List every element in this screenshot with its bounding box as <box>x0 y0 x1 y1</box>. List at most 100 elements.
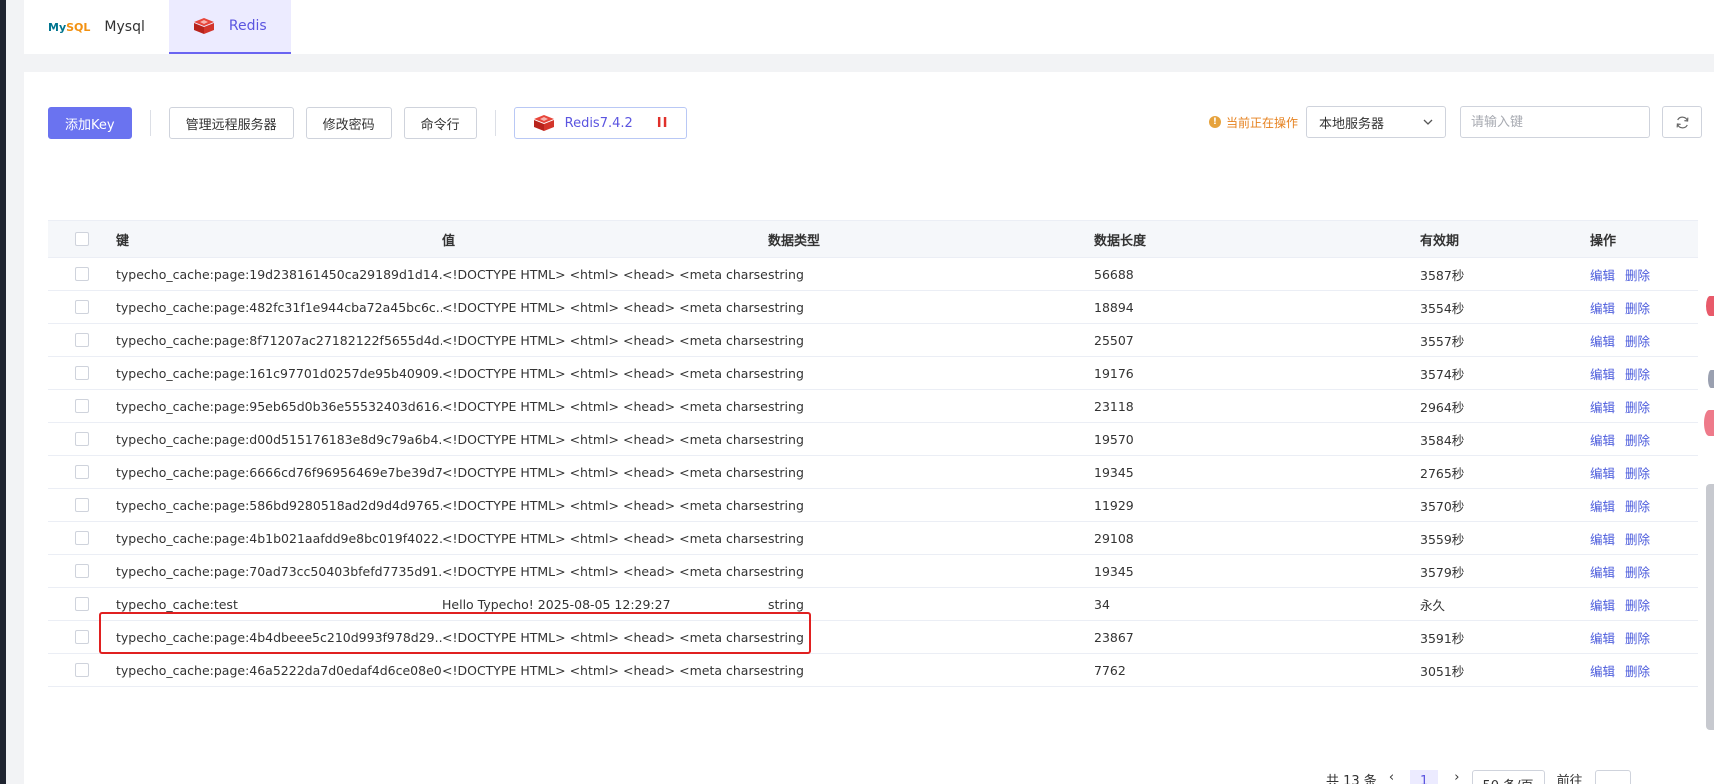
row-value: <!DOCTYPE HTML> <html> <head> <meta char… <box>442 563 768 579</box>
redis-logo-icon <box>533 115 554 131</box>
pause-icon[interactable]: II <box>657 116 669 131</box>
row-value: <!DOCTYPE HTML> <html> <head> <meta char… <box>442 266 768 282</box>
row-ttl: 3584秒 <box>1420 432 1465 448</box>
row-key: typecho_cache:page:586bd9280518ad2d9d4d9… <box>116 497 442 513</box>
table-row: typecho_cache:page:6666cd76f96956469e7be… <box>48 456 1698 489</box>
row-ttl: 2765秒 <box>1420 465 1465 481</box>
row-checkbox[interactable] <box>75 333 89 347</box>
row-key: typecho_cache:page:161c97701d0257de95b40… <box>116 365 442 381</box>
command-line-button[interactable]: 命令行 <box>403 107 477 139</box>
delete-link[interactable]: 删除 <box>1625 433 1650 448</box>
row-checkbox[interactable] <box>75 531 89 545</box>
header-length: 数据长度 <box>1094 233 1147 249</box>
redis-version-chip[interactable]: Redis7.4.2 II <box>513 107 688 139</box>
delete-link[interactable]: 删除 <box>1625 367 1650 382</box>
edit-link[interactable]: 编辑 <box>1590 367 1615 382</box>
edit-link[interactable]: 编辑 <box>1590 433 1615 448</box>
edit-link[interactable]: 编辑 <box>1590 532 1615 547</box>
row-key: typecho_cache:page:46a5222da7d0edaf4d6ce… <box>116 662 442 678</box>
edit-link[interactable]: 编辑 <box>1590 664 1615 679</box>
add-key-button[interactable]: 添加Key <box>48 107 132 139</box>
edit-link[interactable]: 编辑 <box>1590 334 1615 349</box>
table-row: typecho_cache:page:161c97701d0257de95b40… <box>48 357 1698 390</box>
floating-tool-icon[interactable] <box>1708 370 1714 388</box>
delete-link[interactable]: 删除 <box>1625 400 1650 415</box>
chevron-down-icon <box>1423 119 1433 125</box>
floating-tool-icon[interactable] <box>1704 410 1714 436</box>
key-search-box[interactable] <box>1460 106 1650 138</box>
warning-icon: ! <box>1208 116 1221 128</box>
row-type: string <box>768 266 804 282</box>
row-value: <!DOCTYPE HTML> <html> <head> <meta char… <box>442 299 768 315</box>
redis-logo-icon <box>193 18 214 34</box>
row-checkbox[interactable] <box>75 366 89 380</box>
row-ttl: 3574秒 <box>1420 366 1465 382</box>
row-type: string <box>768 398 804 414</box>
edit-link[interactable]: 编辑 <box>1590 565 1615 580</box>
row-value: <!DOCTYPE HTML> <html> <head> <meta char… <box>442 629 768 645</box>
edit-link[interactable]: 编辑 <box>1590 598 1615 613</box>
refresh-button[interactable] <box>1662 106 1702 138</box>
edit-link[interactable]: 编辑 <box>1590 631 1615 646</box>
row-checkbox[interactable] <box>75 399 89 413</box>
goto-page-input[interactable] <box>1594 770 1631 784</box>
key-search-input[interactable] <box>1471 114 1641 130</box>
delete-link[interactable]: 删除 <box>1625 565 1650 580</box>
db-tabs: MySQL Mysql Redis <box>24 0 1714 54</box>
row-value: <!DOCTYPE HTML> <html> <head> <meta char… <box>442 530 768 546</box>
table-header: 键 值 数据类型 数据长度 有效期 操作 <box>48 220 1698 258</box>
delete-link[interactable]: 删除 <box>1625 664 1650 679</box>
server-select[interactable]: 本地服务器 <box>1306 106 1446 138</box>
delete-link[interactable]: 删除 <box>1625 301 1650 316</box>
page-number[interactable]: 1 <box>1410 770 1439 784</box>
delete-link[interactable]: 删除 <box>1625 532 1650 547</box>
row-checkbox[interactable] <box>75 630 89 644</box>
edit-link[interactable]: 编辑 <box>1590 268 1615 283</box>
next-page-icon[interactable]: › <box>1454 770 1459 784</box>
row-length: 19176 <box>1094 365 1134 381</box>
row-value: <!DOCTYPE HTML> <html> <head> <meta char… <box>442 662 768 678</box>
delete-link[interactable]: 删除 <box>1625 334 1650 349</box>
floating-tool-icon[interactable] <box>1706 296 1714 316</box>
row-length: 7762 <box>1094 662 1126 678</box>
edit-link[interactable]: 编辑 <box>1590 499 1615 514</box>
row-ttl: 3591秒 <box>1420 630 1465 646</box>
tab-redis[interactable]: Redis <box>168 0 291 54</box>
row-checkbox[interactable] <box>75 597 89 611</box>
page-scrollbar[interactable] <box>1706 484 1714 730</box>
row-checkbox[interactable] <box>75 267 89 281</box>
delete-link[interactable]: 删除 <box>1625 631 1650 646</box>
row-checkbox[interactable] <box>75 498 89 512</box>
row-checkbox[interactable] <box>75 300 89 314</box>
row-checkbox[interactable] <box>75 564 89 578</box>
change-password-button[interactable]: 修改密码 <box>305 107 392 139</box>
delete-link[interactable]: 删除 <box>1625 598 1650 613</box>
row-length: 29108 <box>1094 530 1134 546</box>
delete-link[interactable]: 删除 <box>1625 268 1650 283</box>
header-action: 操作 <box>1590 233 1617 249</box>
select-all-checkbox[interactable] <box>75 232 89 246</box>
table-row: typecho_cache:page:586bd9280518ad2d9d4d9… <box>48 489 1698 522</box>
table-body: typecho_cache:page:19d238161450ca29189d1… <box>48 258 1698 687</box>
edit-link[interactable]: 编辑 <box>1590 466 1615 481</box>
page-size-select[interactable]: 50 条/页 <box>1471 770 1545 784</box>
row-type: string <box>768 662 804 678</box>
header-key: 键 <box>116 233 130 249</box>
current-operation-notice: ! 当前正在操作 <box>1208 114 1298 131</box>
manage-remote-server-button[interactable]: 管理远程服务器 <box>168 107 294 139</box>
tab-mysql[interactable]: MySQL Mysql <box>24 0 169 54</box>
row-checkbox[interactable] <box>75 432 89 446</box>
row-checkbox[interactable] <box>75 465 89 479</box>
row-type: string <box>768 332 804 348</box>
table-row: typecho_cache:page:d00d515176183e8d9c79a… <box>48 423 1698 456</box>
delete-link[interactable]: 删除 <box>1625 499 1650 514</box>
row-key: typecho_cache:page:95eb65d0b36e55532403d… <box>116 398 442 414</box>
toolbar-divider <box>149 110 151 136</box>
edit-link[interactable]: 编辑 <box>1590 400 1615 415</box>
row-checkbox[interactable] <box>75 663 89 677</box>
edit-link[interactable]: 编辑 <box>1590 301 1615 316</box>
row-type: string <box>768 464 804 480</box>
delete-link[interactable]: 删除 <box>1625 466 1650 481</box>
prev-page-icon[interactable]: ‹ <box>1389 770 1394 784</box>
row-type: string <box>768 299 804 315</box>
